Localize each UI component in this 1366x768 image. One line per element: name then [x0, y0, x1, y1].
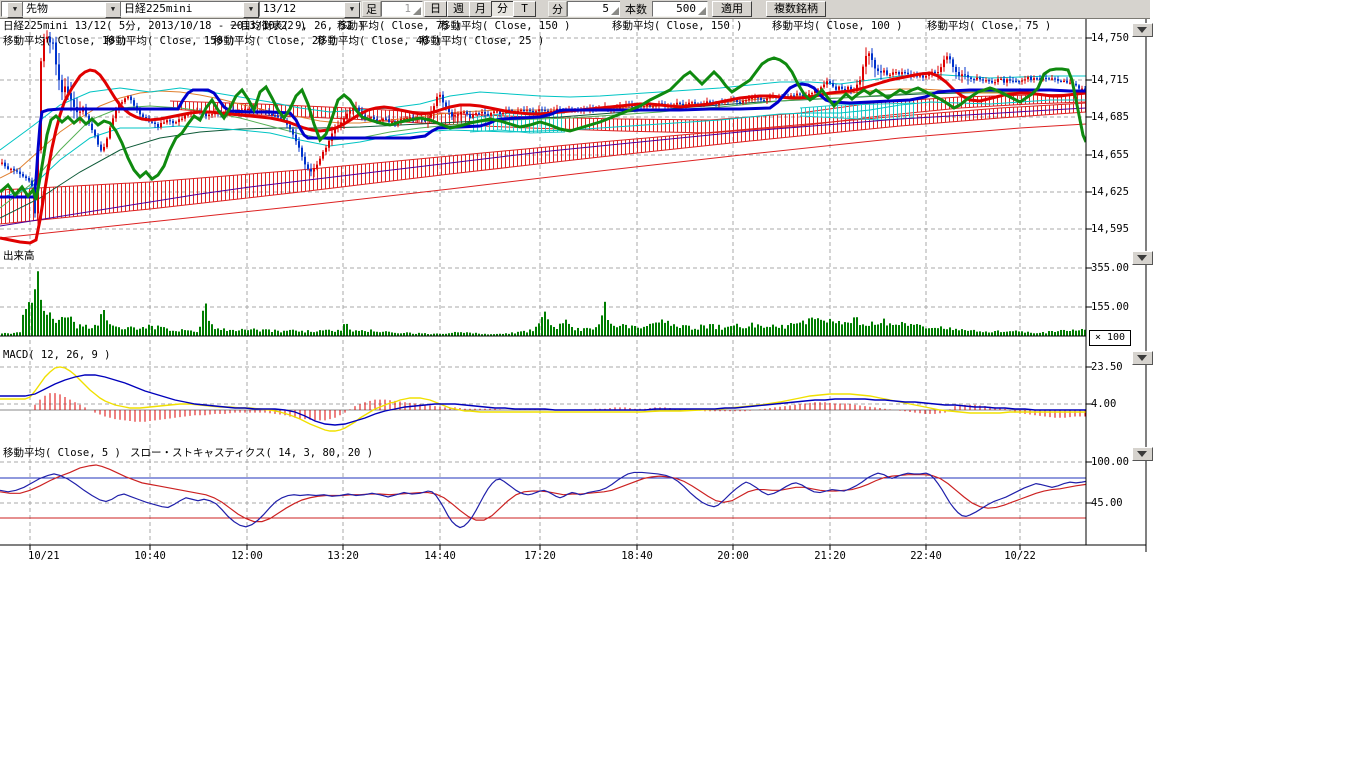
- indicator-label-row1-5: 移動平均( Close, 100 ): [772, 21, 903, 32]
- chevron-down-icon[interactable]: ▼: [7, 2, 23, 18]
- ashi-count-value: 1: [404, 2, 411, 15]
- macd-panel: [0, 367, 1086, 431]
- stoch-k-line: [0, 472, 1086, 527]
- macd-line: [0, 375, 1086, 425]
- minute-label: 分: [548, 1, 567, 17]
- button-tick[interactable]: T: [513, 1, 536, 17]
- chevron-down-icon: [1137, 451, 1147, 457]
- x-axis-tick-10: 10/22: [1004, 551, 1036, 562]
- x-axis-tick-2: 12:00: [231, 551, 263, 562]
- combo-stub[interactable]: ▼: [1, 1, 24, 17]
- toolbar: ▼ 先物 ▼ 日経225mini ▼ 13/12 ▼ 足 1 日 週 月 分 T…: [0, 0, 1150, 19]
- spinner-grip-icon[interactable]: [413, 7, 421, 15]
- minute-value: 5: [602, 2, 609, 15]
- combo-contract-value: 13/12: [263, 2, 296, 15]
- volume-panel: [0, 271, 1086, 336]
- chevron-down-icon[interactable]: ▼: [105, 2, 121, 18]
- macd-scale-dropdown[interactable]: [1132, 351, 1153, 365]
- combo-market-value: 先物: [26, 2, 48, 15]
- spinner-grip-icon[interactable]: [611, 7, 619, 15]
- spinner-grip-icon[interactable]: [698, 7, 706, 15]
- stoch-ma-label: 移動平均( Close, 5 ): [3, 448, 121, 459]
- bars-spinner[interactable]: 500: [652, 1, 708, 17]
- price-panel: [0, 30, 1086, 243]
- volume-scale-dropdown[interactable]: [1132, 251, 1153, 265]
- price-axis-tick-2: 14,685: [1091, 112, 1129, 123]
- price-axis-tick-1: 14,715: [1091, 75, 1129, 86]
- volume-multiplier-box: × 100: [1089, 330, 1131, 346]
- combo-symbol-value: 日経225mini: [124, 2, 192, 15]
- minute-spinner[interactable]: 5: [567, 1, 621, 17]
- button-daily[interactable]: 日: [424, 1, 447, 17]
- price-axis-tick-3: 14,655: [1091, 150, 1129, 161]
- indicator-label-row1-6: 移動平均( Close, 75 ): [927, 21, 1051, 32]
- price-scale-dropdown[interactable]: [1132, 23, 1153, 37]
- x-axis-tick-3: 13:20: [327, 551, 359, 562]
- combo-symbol[interactable]: 日経225mini ▼: [120, 1, 260, 17]
- chevron-down-icon[interactable]: ▼: [344, 2, 360, 18]
- macd-panel-label: MACD( 12, 26, 9 ): [3, 350, 110, 361]
- multi-symbol-button[interactable]: 複数銘柄: [766, 1, 826, 17]
- bars-value: 500: [676, 2, 696, 15]
- x-axis-tick-6: 18:40: [621, 551, 653, 562]
- stoch-scale-dropdown[interactable]: [1132, 447, 1153, 461]
- stoch-panel: [0, 465, 1086, 528]
- stoch-axis-tick-1: 45.00: [1091, 498, 1123, 509]
- price-axis-tick-4: 14,625: [1091, 187, 1129, 198]
- volume-axis-tick-1: 155.00: [1091, 302, 1129, 313]
- x-axis-tick-7: 20:00: [717, 551, 749, 562]
- button-weekly[interactable]: 週: [447, 1, 470, 17]
- stoch-axis-tick-0: 100.00: [1091, 457, 1129, 468]
- volume-panel-label: 出来高: [3, 251, 35, 262]
- price-axis-tick-5: 14,595: [1091, 224, 1129, 235]
- chevron-down-icon: [1137, 255, 1147, 261]
- ashi-count-spinner[interactable]: 1: [381, 1, 423, 17]
- x-axis-tick-8: 21:20: [814, 551, 846, 562]
- chevron-down-icon: [1137, 27, 1147, 33]
- indicator-label-row1-4: 移動平均( Close, 150 ): [612, 21, 743, 32]
- macd-axis-tick-1: 4.00: [1091, 399, 1116, 410]
- button-minute[interactable]: 分: [491, 1, 514, 17]
- volume-axis-tick-0: 355.00: [1091, 263, 1129, 274]
- combo-market[interactable]: 先物 ▼: [22, 1, 122, 17]
- apply-button[interactable]: 適用: [712, 1, 752, 17]
- indicator-label-row1-3: 移動平均( Close, 150 ): [440, 21, 571, 32]
- chevron-down-icon[interactable]: ▼: [243, 2, 259, 18]
- bars-label: 本数: [620, 1, 652, 17]
- stoch-panel-label: スロー・ストキャスティクス( 14, 3, 80, 20 ): [130, 448, 373, 459]
- x-axis-tick-9: 22:40: [910, 551, 942, 562]
- macd-signal-line: [0, 367, 1086, 431]
- macd-axis-tick-0: 23.50: [1091, 362, 1123, 373]
- indicator-label-row2-4: 移動平均( Close, 25 ): [420, 36, 544, 47]
- x-axis-tick-5: 17:20: [524, 551, 556, 562]
- combo-contract[interactable]: 13/12 ▼: [259, 1, 361, 17]
- chevron-down-icon: [1137, 355, 1147, 361]
- x-axis-tick-1: 10:40: [134, 551, 166, 562]
- price-axis-tick-0: 14,750: [1091, 33, 1129, 44]
- button-monthly[interactable]: 月: [469, 1, 492, 17]
- chart-canvas: [0, 0, 1366, 768]
- x-axis-tick-4: 14:40: [424, 551, 456, 562]
- ashi-label: 足: [362, 1, 381, 17]
- x-axis-tick-0: 10/21: [28, 551, 60, 562]
